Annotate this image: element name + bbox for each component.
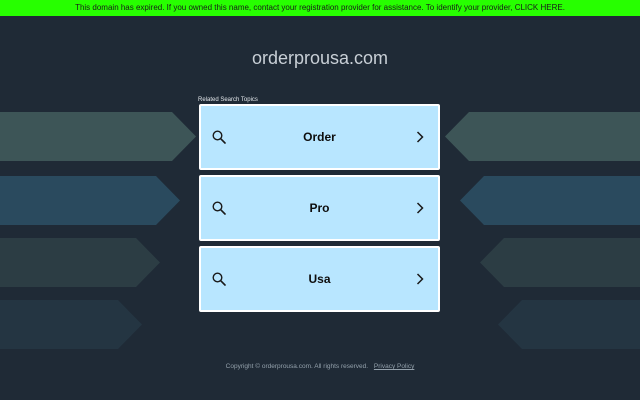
chevron-right-icon [416,273,424,285]
decorative-arrow-left-2 [0,176,180,225]
related-search-topics-label: Related Search Topics [198,97,258,103]
decorative-arrow-right-3 [480,238,640,287]
decorative-arrow-left-4 [0,300,142,349]
search-topic-label: Order [303,130,336,144]
footer: Copyright © orderprousa.com. All rights … [0,362,640,371]
decorative-arrow-right-2 [460,176,640,225]
search-topic-label: Usa [308,272,331,286]
decorative-arrow-left-1 [0,112,196,161]
privacy-policy-link[interactable]: Privacy Policy [374,363,414,370]
decorative-arrow-left-3 [0,238,160,287]
search-topic-pro[interactable]: Pro [199,175,440,241]
chevron-right-icon [416,131,424,143]
decorative-arrow-right-1 [445,112,640,161]
domain-title: orderprousa.com [251,48,389,68]
search-topic-usa[interactable]: Usa [199,246,440,312]
decorative-arrow-right-4 [498,300,640,349]
search-topic-label: Pro [309,201,330,215]
search-topic-order[interactable]: Order [199,104,440,170]
chevron-right-icon [416,202,424,214]
copyright-text: Copyright © orderprousa.com. All rights … [225,363,369,370]
expired-domain-banner[interactable]: This domain has expired. If you owned th… [0,0,640,16]
